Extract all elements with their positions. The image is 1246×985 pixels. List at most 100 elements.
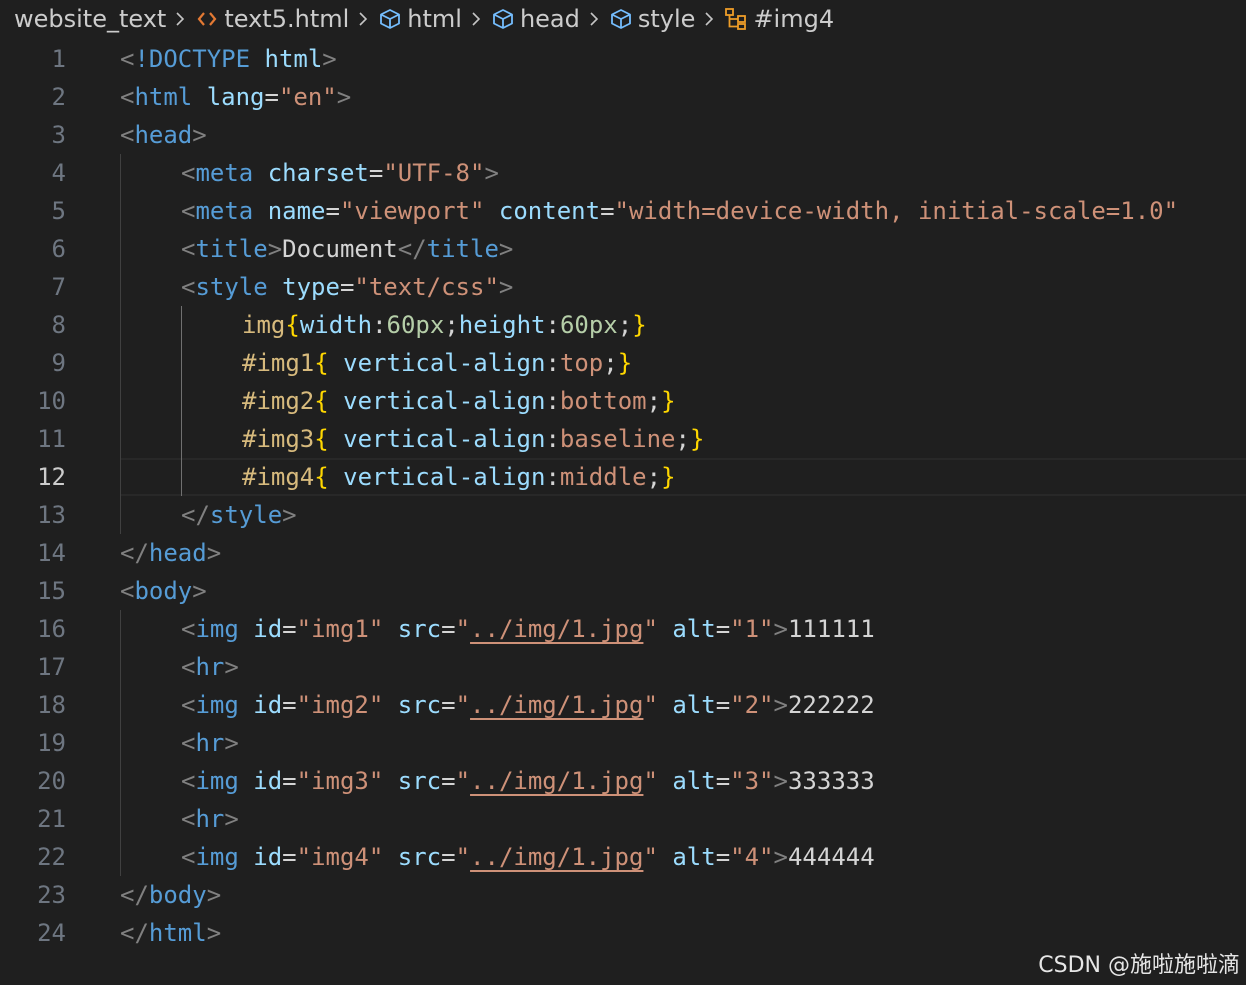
code-line[interactable]: 13 </style>: [0, 496, 1246, 534]
code-text[interactable]: </body>: [120, 876, 221, 914]
code-token: #img2: [242, 387, 315, 415]
code-line[interactable]: 1 <!DOCTYPE html>: [0, 40, 1246, 78]
code-line[interactable]: 15 <body>: [0, 572, 1246, 610]
code-token: 444444: [787, 843, 875, 871]
breadcrumb-item[interactable]: text5.html: [192, 5, 351, 33]
code-token: }: [661, 387, 676, 415]
code-text[interactable]: <meta charset="UTF-8">: [181, 154, 499, 192]
code-text[interactable]: #img1{ vertical-align:top;}: [242, 344, 632, 382]
code-line[interactable]: 21 <hr>: [0, 800, 1246, 838]
code-text[interactable]: <style type="text/css">: [181, 268, 513, 306]
code-line[interactable]: 20 <img id="img3" src="../img/1.jpg" alt=…: [0, 762, 1246, 800]
code-text[interactable]: img{width:60px;height:60px;}: [242, 306, 647, 344]
code-token: </: [181, 501, 210, 529]
code-token: 222222: [787, 691, 875, 719]
code-token: =: [282, 767, 297, 795]
line-number: 10: [37, 387, 66, 415]
code-line[interactable]: 23 </body>: [0, 876, 1246, 914]
code-text[interactable]: <html lang="en">: [120, 78, 351, 116]
code-line[interactable]: 8 img{width:60px;height:60px;}: [0, 306, 1246, 344]
code-text[interactable]: #img4{ vertical-align:middle;}: [242, 458, 676, 496]
code-line[interactable]: 7 <style type="text/css">: [0, 268, 1246, 306]
code-token: <: [120, 121, 135, 149]
code-token: #img1: [242, 349, 315, 377]
code-line[interactable]: 17 <hr>: [0, 648, 1246, 686]
code-line[interactable]: 19 <hr>: [0, 724, 1246, 762]
code-text[interactable]: </head>: [120, 534, 221, 572]
line-number: 5: [51, 197, 66, 225]
code-token: ;: [444, 311, 459, 339]
code-line[interactable]: 11 #img3{ vertical-align:baseline;}: [0, 420, 1246, 458]
html-file-icon: [194, 6, 220, 32]
code-text[interactable]: <img id="img2" src="../img/1.jpg" alt="2…: [181, 686, 875, 724]
code-line[interactable]: 16 <img id="img1" src="../img/1.jpg" alt=…: [0, 610, 1246, 648]
code-line[interactable]: 22 <img id="img4" src="../img/1.jpg" alt=…: [0, 838, 1246, 876]
code-token: >: [322, 45, 337, 73]
breadcrumb-item[interactable]: head: [488, 5, 582, 33]
indent-guide: [181, 306, 182, 496]
line-number: 15: [37, 577, 66, 605]
code-line[interactable]: 14 </head>: [0, 534, 1246, 572]
code-token: "width=device-width, initial-scale=1.0": [614, 197, 1179, 225]
code-line[interactable]: 4 <meta charset="UTF-8">: [0, 154, 1246, 192]
code-token: </: [120, 539, 149, 567]
code-token: ": [643, 691, 658, 719]
code-token: ": [455, 615, 471, 643]
code-line[interactable]: 18 <img id="img2" src="../img/1.jpg" alt=…: [0, 686, 1246, 724]
code-token: ;: [675, 425, 690, 453]
code-line[interactable]: 5 <meta name="viewport" content="width=de…: [0, 192, 1246, 230]
code-token: body: [148, 881, 207, 909]
breadcrumb-item[interactable]: #img4: [721, 5, 836, 33]
code-text[interactable]: <!DOCTYPE html>: [120, 40, 337, 78]
code-text[interactable]: <meta name="viewport" content="width=dev…: [181, 192, 1178, 230]
code-line[interactable]: 2 <html lang="en">: [0, 78, 1246, 116]
code-token: src: [397, 615, 442, 643]
code-line[interactable]: 3 <head>: [0, 116, 1246, 154]
code-text[interactable]: #img2{ vertical-align:bottom;}: [242, 382, 676, 420]
code-text[interactable]: </style>: [181, 496, 297, 534]
code-text[interactable]: <hr>: [181, 724, 239, 762]
code-editor[interactable]: 1 <!DOCTYPE html> 2 <html lang="en"> 3 <head>…: [0, 40, 1246, 985]
code-token: <: [181, 273, 196, 301]
code-token: =: [339, 273, 355, 301]
code-text[interactable]: <hr>: [181, 800, 239, 838]
code-token: =: [600, 197, 615, 225]
code-text[interactable]: <title>Document</title>: [181, 230, 513, 268]
code-text[interactable]: <head>: [120, 116, 207, 154]
line-number: 6: [51, 235, 66, 263]
code-text[interactable]: <body>: [120, 572, 207, 610]
code-token: hr: [195, 653, 225, 681]
code-token: ../img/1.jpg: [470, 843, 644, 871]
code-text[interactable]: <img id="img1" src="../img/1.jpg" alt="1…: [181, 610, 875, 648]
chevron-right-icon: [582, 6, 606, 32]
breadcrumb-item[interactable]: website_text: [0, 5, 168, 33]
breadcrumb-item[interactable]: style: [606, 5, 698, 33]
code-token: {: [314, 349, 329, 377]
code-text[interactable]: <img id="img4" src="../img/1.jpg" alt="4…: [181, 838, 875, 876]
code-token: 333333: [787, 767, 875, 795]
code-line[interactable]: 10 #img2{ vertical-align:bottom;}: [0, 382, 1246, 420]
code-token: <: [181, 729, 196, 757]
code-token: <: [181, 691, 196, 719]
code-token: html: [134, 83, 193, 111]
code-text[interactable]: <img id="img3" src="../img/1.jpg" alt="3…: [181, 762, 875, 800]
indent-guide: [120, 610, 121, 876]
code-line[interactable]: 12 #img4{ vertical-align:middle;}: [0, 458, 1246, 496]
code-token: 60: [559, 311, 589, 339]
code-text[interactable]: </html>: [120, 914, 221, 952]
line-number: 24: [37, 919, 66, 947]
code-token: {: [314, 425, 329, 453]
line-number: 18: [37, 691, 66, 719]
code-token: title: [426, 235, 499, 263]
code-token: meta: [195, 197, 254, 225]
breadcrumb-item[interactable]: html: [375, 5, 464, 33]
code-text[interactable]: <hr>: [181, 648, 239, 686]
code-line[interactable]: 6 <title>Document</title>: [0, 230, 1246, 268]
code-token: <: [181, 805, 196, 833]
code-text[interactable]: #img3{ vertical-align:baseline;}: [242, 420, 704, 458]
code-token: ": [643, 843, 658, 871]
code-line[interactable]: 9 #img1{ vertical-align:top;}: [0, 344, 1246, 382]
